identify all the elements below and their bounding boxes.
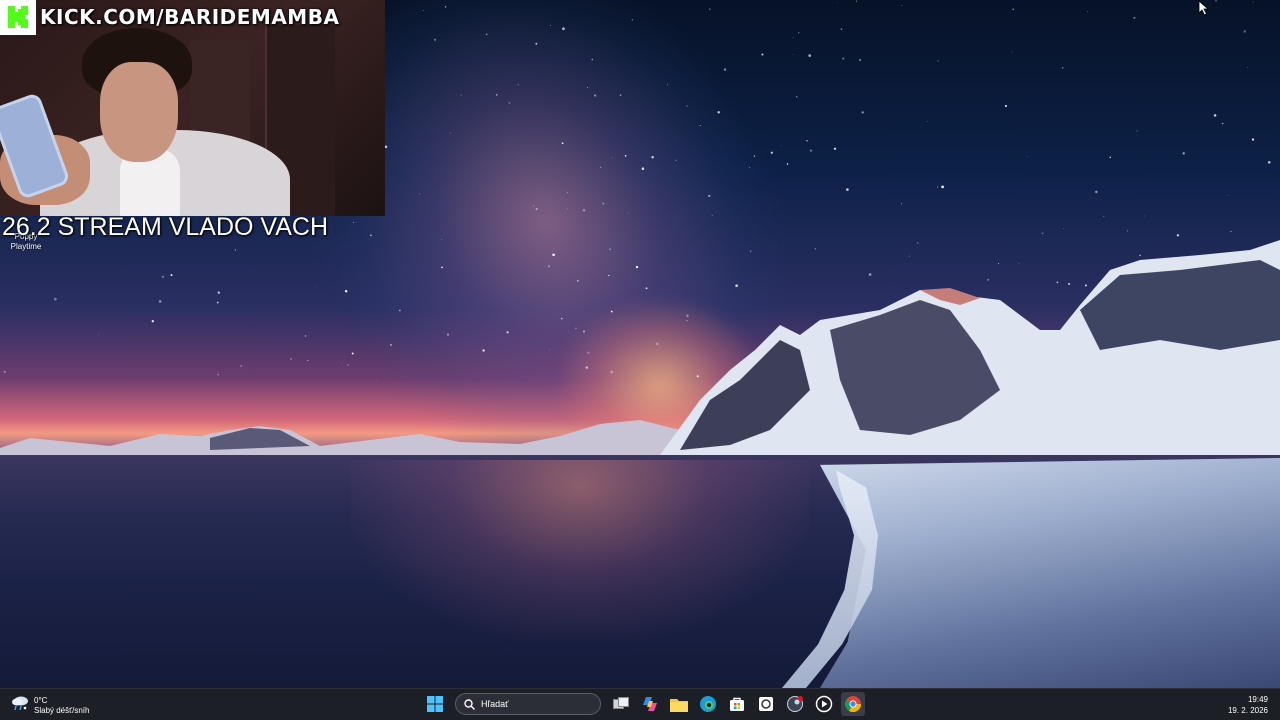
clock-time: 19:49 [1247, 695, 1268, 704]
search-placeholder: Hľadať [481, 699, 509, 709]
task-view-button[interactable] [609, 692, 633, 716]
media-player-button[interactable] [812, 692, 836, 716]
stream-title: 26.2 STREAM VLADO VACH [2, 213, 329, 241]
taskbar-apps: Hľadať [423, 692, 865, 716]
steam-button[interactable] [783, 692, 807, 716]
mouse-cursor-icon [1198, 0, 1210, 21]
taskbar-search[interactable]: Hľadať [455, 693, 601, 715]
store-button[interactable] [725, 692, 749, 716]
chrome-button[interactable] [841, 692, 865, 716]
channel-url: KICK.COM/BARIDEMAMBA [40, 5, 340, 29]
chrome-icon [844, 696, 862, 713]
edge-button[interactable] [696, 692, 720, 716]
weather-widget[interactable]: 0°C Slabý déšť/sníh [10, 693, 89, 718]
search-icon [464, 698, 475, 710]
steam-icon [787, 696, 803, 712]
kick-logo-icon [0, 0, 36, 35]
streamer-face [100, 62, 178, 162]
distant-mountains [0, 420, 700, 460]
desktop-icon-label-line2: Playtime [10, 242, 42, 251]
weather-temperature: 0°C [34, 695, 48, 705]
store-icon [730, 697, 744, 711]
system-clock[interactable]: 19:49 19. 2. 2026 [1228, 694, 1268, 716]
edge-icon [700, 696, 716, 712]
taskbar: 0°C Slabý déšť/sníh Hľadať 19:49 19. 2. … [0, 688, 1280, 720]
sunset-reflection [350, 460, 810, 640]
copilot-button[interactable] [638, 692, 662, 716]
snowy-mountains [660, 240, 1280, 470]
snow-shore [820, 458, 1280, 688]
start-button[interactable] [423, 692, 447, 716]
weather-condition: Slabý déšť/sníh [34, 705, 90, 715]
weather-rain-snow-icon [10, 693, 30, 718]
obs-button[interactable] [754, 692, 778, 716]
task-view-icon [613, 697, 629, 709]
play-icon [815, 695, 833, 713]
copilot-icon [643, 697, 657, 711]
obs-icon [759, 697, 773, 711]
clock-date: 19. 2. 2026 [1227, 706, 1268, 715]
kick-banner: KICK.COM/BARIDEMAMBA [0, 0, 340, 35]
webcam-overlay: KICK.COM/BARIDEMAMBA [0, 0, 385, 216]
windows-start-icon [427, 696, 443, 712]
file-explorer-button[interactable] [667, 692, 691, 716]
folder-icon [670, 698, 688, 712]
